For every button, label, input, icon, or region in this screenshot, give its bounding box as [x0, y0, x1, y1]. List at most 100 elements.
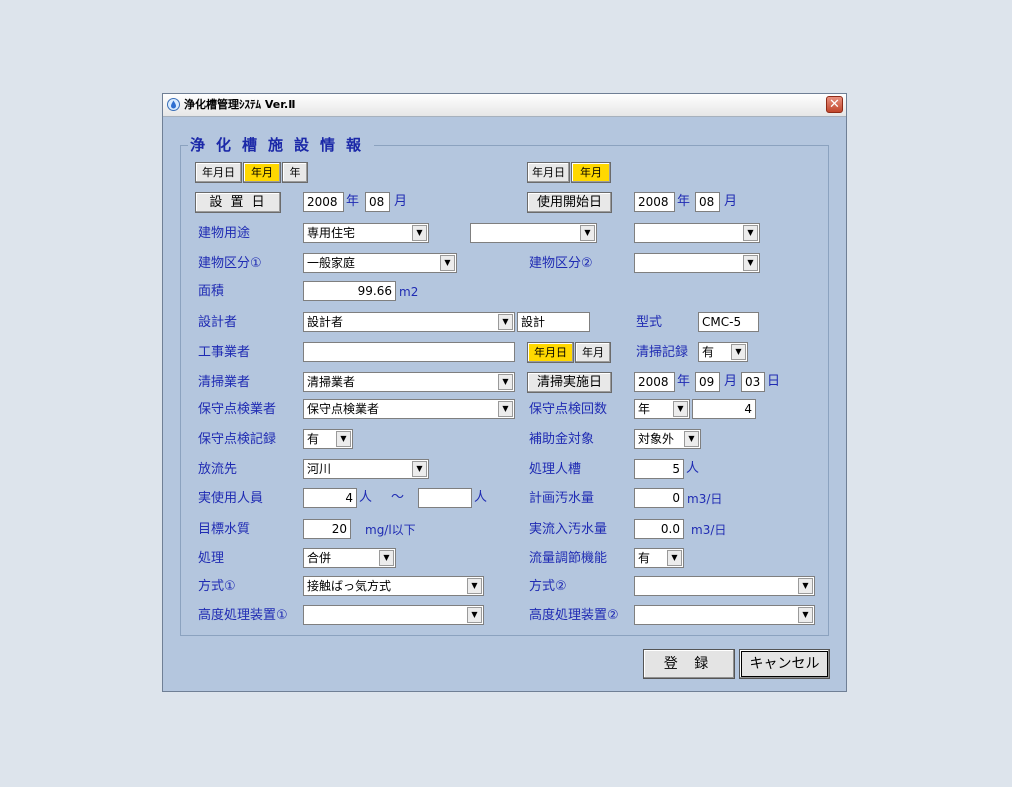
subsidy-combo[interactable]: 対象外 ▼ — [634, 429, 701, 449]
method1-combo[interactable]: 接触ばっ気方式 ▼ — [303, 576, 484, 596]
designer-text-field[interactable]: 設計 — [517, 312, 590, 332]
cleaning-date-button[interactable]: 清掃実施日 — [527, 372, 612, 393]
advanced1-label: 高度処理装置① — [198, 608, 288, 623]
treatment-combo[interactable]: 合併 ▼ — [303, 548, 396, 568]
flow-adjust-label: 流量調節機能 — [529, 551, 608, 566]
subsidy-value: 対象外 — [638, 432, 675, 446]
building-cat1-combo[interactable]: 一般家庭 ▼ — [303, 253, 457, 273]
chevron-down-icon[interactable]: ▼ — [580, 225, 595, 241]
chevron-down-icon[interactable]: ▼ — [667, 550, 682, 566]
actual-inflow-label: 実流入汚水量 — [529, 522, 608, 537]
actual-inflow-field[interactable]: 0.0 — [634, 519, 684, 539]
install-month-field[interactable]: 08 — [365, 192, 390, 212]
method2-label: 方式② — [529, 579, 567, 594]
method1-label: 方式① — [198, 579, 236, 594]
usage-start-button[interactable]: 使用開始日 — [527, 192, 612, 213]
cleaning-month-field[interactable]: 09 — [695, 372, 720, 392]
window-title: 浄化槽管理ｼｽﾃﾑ Ver.Ⅱ — [184, 98, 296, 111]
actual-users-from-field[interactable]: 4 — [303, 488, 357, 508]
maint-co-label: 保守点検業者 — [198, 402, 277, 417]
area-label: 面積 — [198, 284, 225, 299]
toggle-left-ym[interactable]: 年月 — [243, 162, 281, 183]
chevron-down-icon[interactable]: ▼ — [798, 607, 813, 623]
chevron-down-icon[interactable]: ▼ — [731, 344, 746, 360]
chevron-down-icon[interactable]: ▼ — [684, 431, 699, 447]
maint-record-combo[interactable]: 有 ▼ — [303, 429, 353, 449]
discharge-label: 放流先 — [198, 462, 238, 477]
chevron-down-icon[interactable]: ▼ — [798, 578, 813, 594]
advanced2-combo[interactable]: ▼ — [634, 605, 815, 625]
register-button[interactable]: 登 録 — [643, 649, 735, 679]
cleaner-combo[interactable]: 清掃業者 ▼ — [303, 372, 515, 392]
clean-record-value: 有 — [702, 345, 715, 359]
install-year-unit: 年 — [346, 194, 360, 209]
building-use-combo-2[interactable]: ▼ — [470, 223, 597, 243]
maint-count-label: 保守点検回数 — [529, 402, 608, 417]
method1-value: 接触ばっ気方式 — [307, 579, 392, 593]
chevron-down-icon[interactable]: ▼ — [498, 374, 513, 390]
capacity-field[interactable]: 5 — [634, 459, 684, 479]
building-use-label: 建物用途 — [198, 226, 251, 241]
chevron-down-icon[interactable]: ▼ — [467, 607, 482, 623]
water-drop-icon — [167, 98, 180, 111]
chevron-down-icon[interactable]: ▼ — [498, 314, 513, 330]
chevron-down-icon[interactable]: ▼ — [743, 255, 758, 271]
usage-year-unit: 年 — [677, 194, 691, 209]
actual-users-to-field[interactable] — [418, 488, 472, 508]
method2-combo[interactable]: ▼ — [634, 576, 815, 596]
title-bar[interactable]: 浄化槽管理ｼｽﾃﾑ Ver.Ⅱ ✕ — [163, 94, 846, 117]
clean-record-combo[interactable]: 有 ▼ — [698, 342, 748, 362]
advanced1-combo[interactable]: ▼ — [303, 605, 484, 625]
maint-period-value: 年 — [638, 402, 651, 416]
flow-adjust-combo[interactable]: 有 ▼ — [634, 548, 684, 568]
toggle-left-ymd[interactable]: 年月日 — [195, 162, 242, 183]
toggle-left-y[interactable]: 年 — [282, 162, 308, 183]
area-unit: m2 — [399, 285, 419, 299]
chevron-down-icon[interactable]: ▼ — [440, 255, 455, 271]
close-button[interactable]: ✕ — [826, 96, 843, 113]
maint-period-combo[interactable]: 年 ▼ — [634, 399, 690, 419]
cancel-button[interactable]: キャンセル — [739, 649, 830, 679]
chevron-down-icon[interactable]: ▼ — [673, 401, 688, 417]
actual-users-unit-1: 人 — [359, 490, 373, 505]
maint-record-value: 有 — [307, 432, 320, 446]
capacity-label: 処理人槽 — [529, 462, 582, 477]
maint-count-field[interactable]: 4 — [692, 399, 756, 419]
usage-year-field[interactable]: 2008 — [634, 192, 675, 212]
building-cat1-value: 一般家庭 — [307, 256, 356, 270]
discharge-combo[interactable]: 河川 ▼ — [303, 459, 429, 479]
usage-month-field[interactable]: 08 — [695, 192, 720, 212]
treatment-label: 処理 — [198, 551, 225, 566]
area-field[interactable]: 99.66 — [303, 281, 396, 301]
discharge-value: 河川 — [307, 462, 332, 476]
plan-sewage-field[interactable]: 0 — [634, 488, 684, 508]
building-use-combo-3[interactable]: ▼ — [634, 223, 760, 243]
toggle-right-ym[interactable]: 年月 — [571, 162, 611, 183]
chevron-down-icon[interactable]: ▼ — [467, 578, 482, 594]
chevron-down-icon[interactable]: ▼ — [743, 225, 758, 241]
chevron-down-icon[interactable]: ▼ — [379, 550, 394, 566]
install-date-button[interactable]: 設 置 日 — [195, 192, 281, 213]
chevron-down-icon[interactable]: ▼ — [412, 225, 427, 241]
building-cat2-combo[interactable]: ▼ — [634, 253, 760, 273]
target-quality-unit: mg/l以下 — [365, 523, 416, 537]
install-year-field[interactable]: 2008 — [303, 192, 344, 212]
capacity-unit: 人 — [686, 461, 700, 476]
contractor-field[interactable] — [303, 342, 515, 362]
toggle-koji-ymd[interactable]: 年月日 — [527, 342, 574, 363]
toggle-koji-ym[interactable]: 年月 — [575, 342, 611, 363]
cleaning-day-field[interactable]: 03 — [741, 372, 765, 392]
chevron-down-icon[interactable]: ▼ — [412, 461, 427, 477]
building-use-combo-1[interactable]: 専用住宅 ▼ — [303, 223, 429, 243]
toggle-right-ymd[interactable]: 年月日 — [527, 162, 570, 183]
maint-co-combo[interactable]: 保守点検業者 ▼ — [303, 399, 515, 419]
target-quality-field[interactable]: 20 — [303, 519, 351, 539]
cleaning-year-field[interactable]: 2008 — [634, 372, 675, 392]
chevron-down-icon[interactable]: ▼ — [336, 431, 351, 447]
cleaner-value: 清掃業者 — [307, 375, 356, 389]
advanced2-label: 高度処理装置② — [529, 608, 619, 623]
model-field[interactable]: CMC-5 — [698, 312, 759, 332]
maint-record-label: 保守点検記録 — [198, 432, 277, 447]
designer-combo[interactable]: 設計者 ▼ — [303, 312, 515, 332]
chevron-down-icon[interactable]: ▼ — [498, 401, 513, 417]
